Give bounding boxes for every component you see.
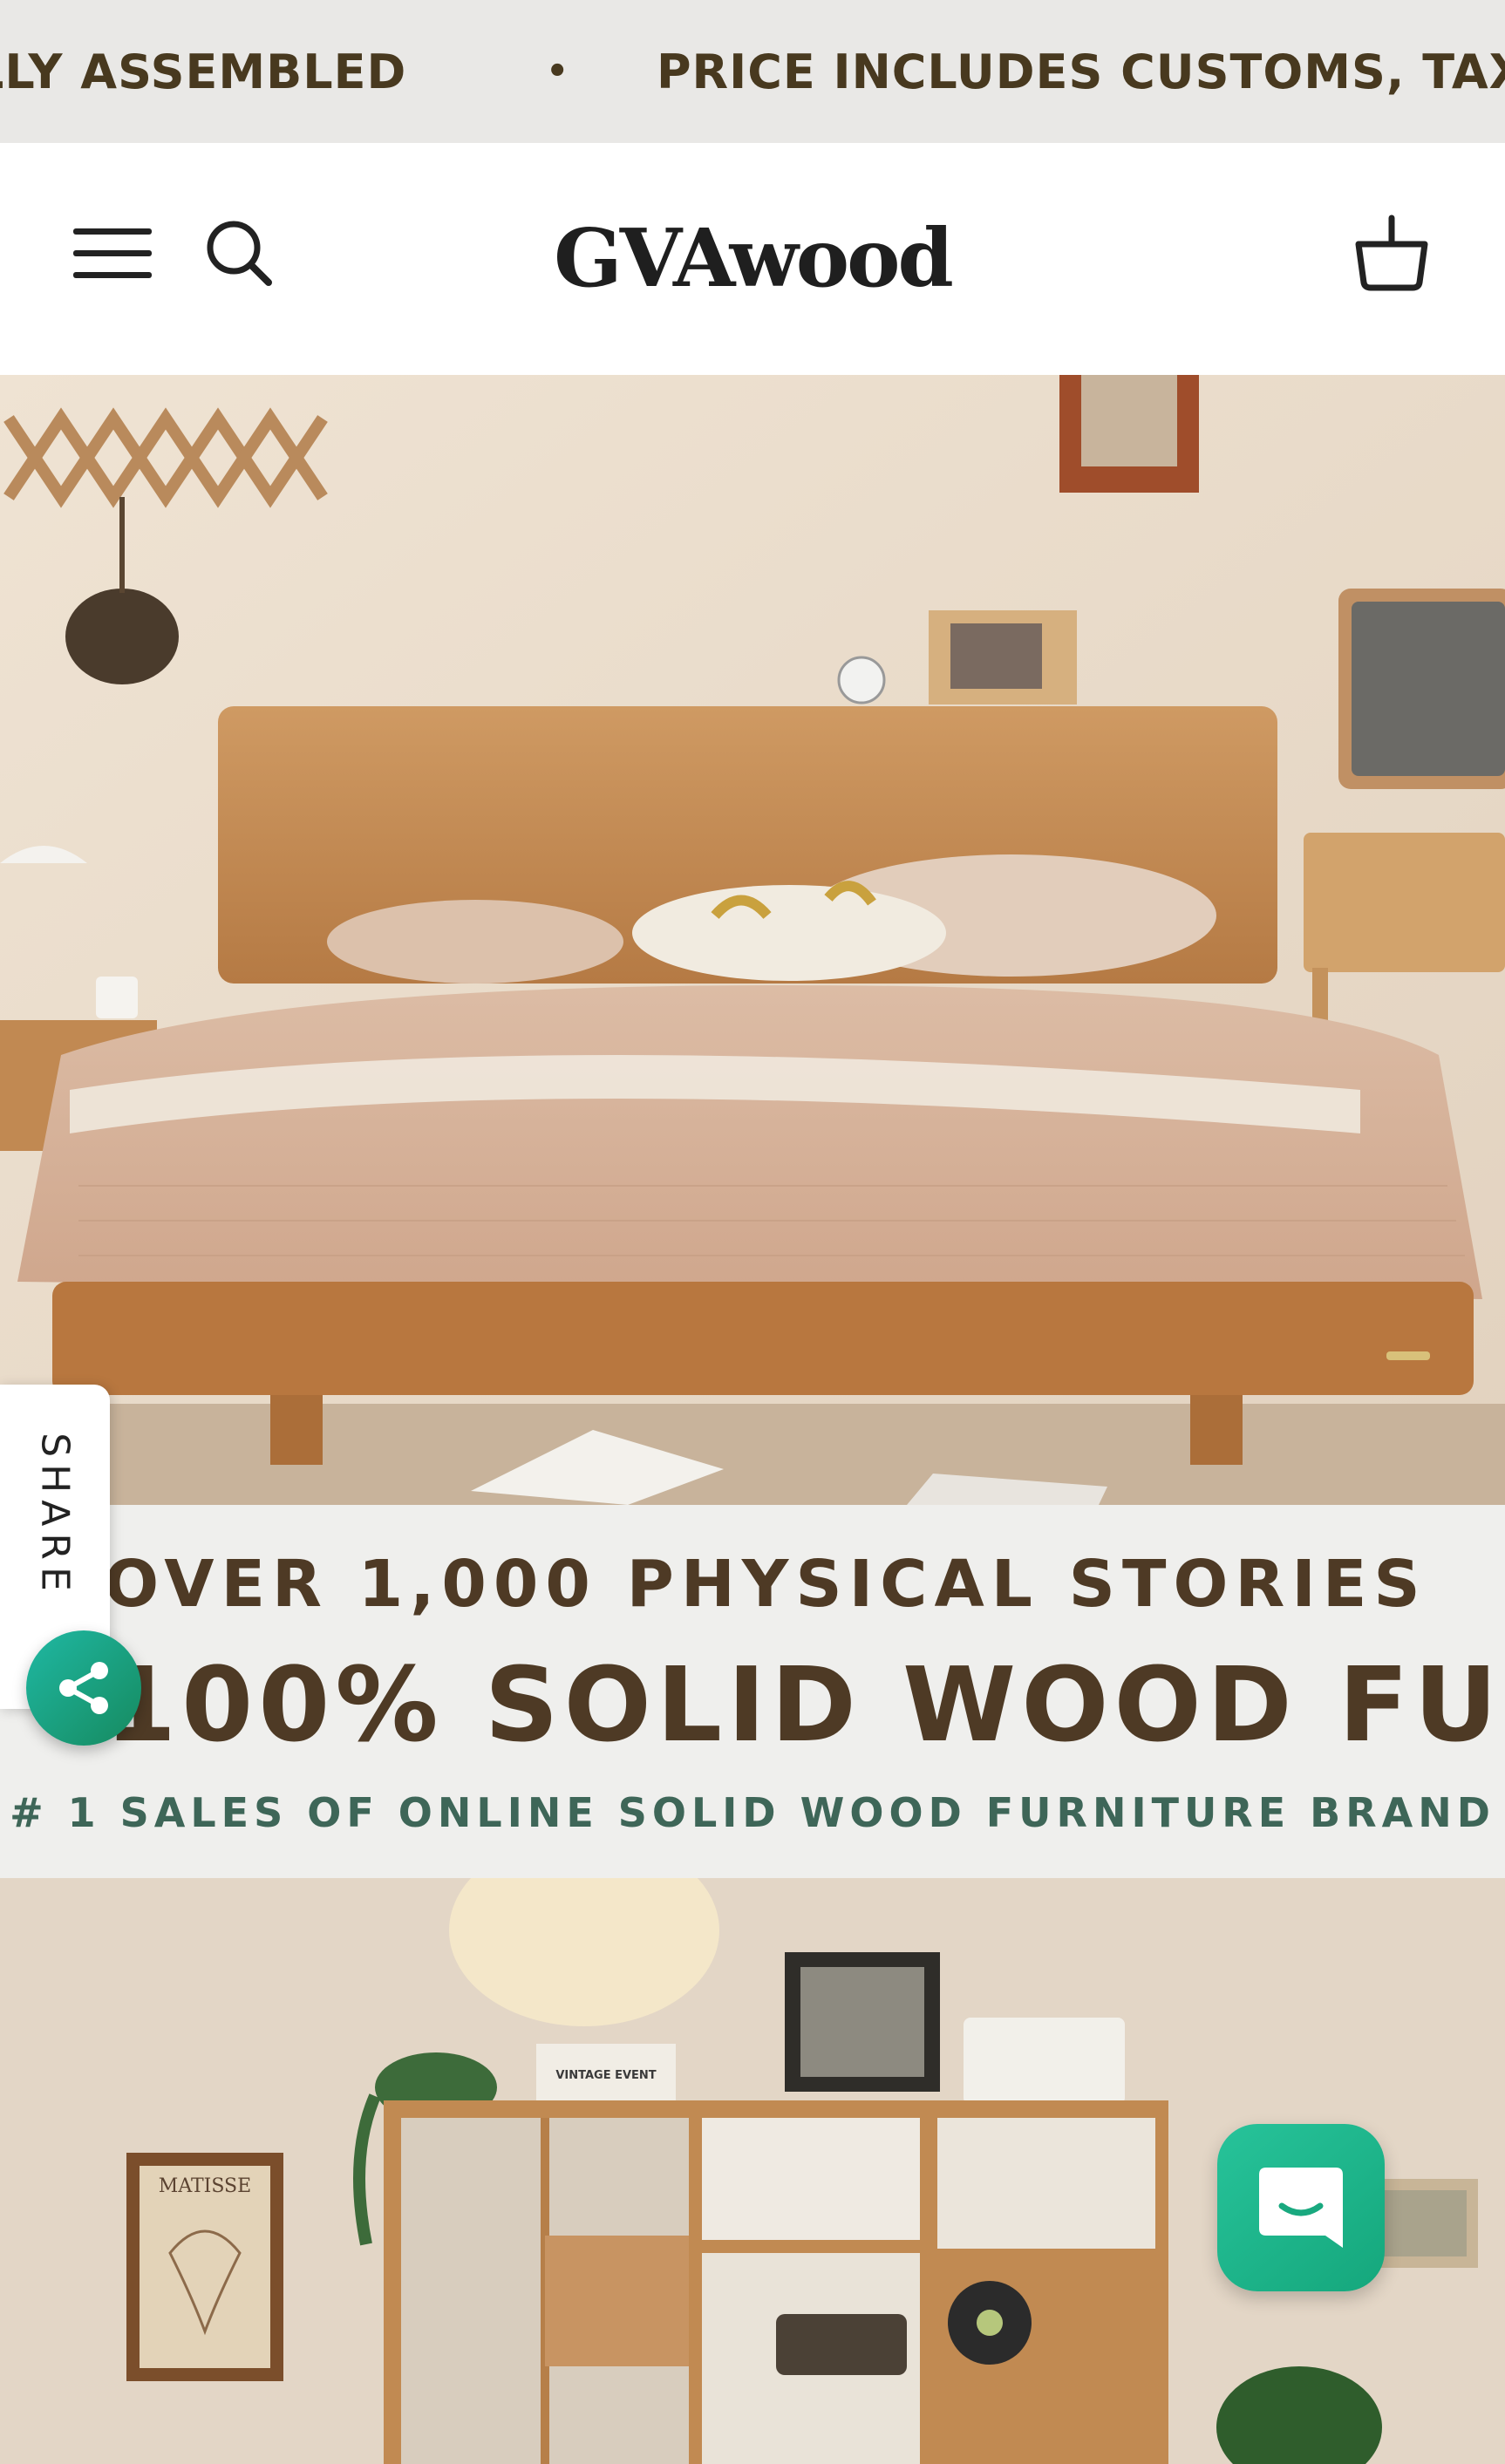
hero-banner-bedroom[interactable]: OVER 1,000 PHYSICAL STORIES 100% SOLID W… [0, 375, 1505, 1878]
banner-line-headline: 100% SOLID WOOD FURNITURE [105, 1644, 1505, 1765]
banner-line-brand: # 1 SALES OF ONLINE SOLID WOOD FURNITURE… [10, 1789, 1495, 1836]
hero-text-panel: OVER 1,000 PHYSICAL STORIES 100% SOLID W… [0, 1505, 1505, 1878]
announcement-text-right: PRICE INCLUDES CUSTOMS, TAX [656, 44, 1505, 99]
brand-logo[interactable]: GVAwood [0, 211, 1505, 305]
announcement-track: LLY ASSEMBLED • PRICE INCLUDES CUSTOMS, … [0, 0, 1505, 143]
announcement-text-left: LLY ASSEMBLED [0, 44, 407, 99]
matisse-poster-text: MATISSE [159, 2175, 251, 2197]
banner-line-stories: OVER 1,000 PHYSICAL STORIES [104, 1547, 1427, 1622]
vintage-box-label: VINTAGE EVENT [555, 2069, 656, 2082]
share-tab-label: SHARE [32, 1433, 78, 1598]
announcement-separator: • [546, 51, 569, 92]
site-header: GVAwood [0, 143, 1505, 375]
chat-launcher-button[interactable] [1217, 2124, 1385, 2291]
basket-icon [1355, 214, 1428, 291]
bedroom-photo [0, 375, 1505, 1505]
share-button[interactable] [26, 1630, 141, 1746]
share-icon [59, 1662, 108, 1714]
announcement-bar: LLY ASSEMBLED • PRICE INCLUDES CUSTOMS, … [0, 0, 1505, 143]
cart-button[interactable] [1350, 211, 1433, 295]
chat-icon [1259, 2168, 1343, 2248]
